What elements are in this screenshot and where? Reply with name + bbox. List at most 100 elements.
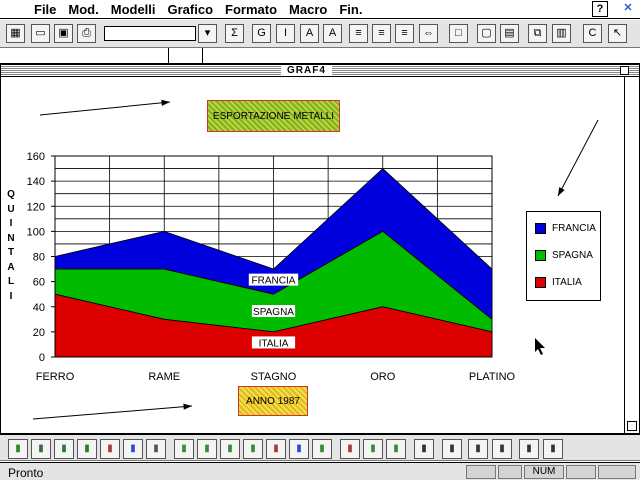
style-dropdown-icon[interactable]: ▾ xyxy=(198,24,217,43)
legend-icon[interactable]: ▮ xyxy=(442,439,462,459)
3d-line-icon[interactable]: ▮ xyxy=(266,439,286,459)
3d-stacked-column-icon[interactable]: ▮ xyxy=(243,439,263,459)
arrow-annotation-head xyxy=(183,403,192,410)
menu-window[interactable]: Fin. xyxy=(333,2,368,17)
y-tick-label: 60 xyxy=(33,277,45,289)
autosum-icon[interactable]: Σ xyxy=(225,24,244,43)
style-box[interactable] xyxy=(104,26,196,41)
y-axis-label-letter: A xyxy=(7,261,15,273)
save-icon[interactable]: ▣ xyxy=(54,24,73,43)
y-axis-label-letter: U xyxy=(7,203,15,215)
menu-chart[interactable]: Grafico xyxy=(162,2,220,17)
stacked-column-icon[interactable]: ▮ xyxy=(77,439,97,459)
y-axis-label[interactable]: QUINTALI xyxy=(6,188,16,304)
y-tick-label: 120 xyxy=(27,201,45,213)
print-icon[interactable]: ⎙ xyxy=(77,24,96,43)
y-axis-label-letter: N xyxy=(7,232,15,244)
size-box-icon[interactable] xyxy=(627,421,637,431)
align-right-icon[interactable]: ≡ xyxy=(395,24,414,43)
cells-border-icon[interactable]: ▤ xyxy=(500,24,519,43)
legend-swatch xyxy=(535,277,546,288)
align-left-icon[interactable]: ≡ xyxy=(349,24,368,43)
bottom-border-icon[interactable]: ▢ xyxy=(477,24,496,43)
chart-wizard-icon[interactable]: ▥ xyxy=(552,24,571,43)
y-tick-label: 40 xyxy=(33,302,45,314)
legend-label: SPAGNA xyxy=(552,250,593,261)
annotation-label: SPAGNA xyxy=(253,307,294,318)
y-tick-label: 80 xyxy=(33,252,45,264)
standard-toolbar: ▦ ▭ ▣ ⎙ ▾ Σ G I A A ≡ ≡ ≡ ⇔ □ ▢ ▤ ⧉ ▥ C ↖ xyxy=(0,20,640,48)
y-axis-label-letter: Q xyxy=(7,189,15,200)
chart-toolbar: ▮ ▮ ▮ ▮ ▮ ▮ ▮ ▮ ▮ ▮ ▮ ▮ ▮ ▮ ▮ ▮ ▮ ▮ ▮ ▮ ▮ ▮ ▮ xyxy=(0,434,640,461)
bar-chart-icon[interactable]: ▮ xyxy=(31,439,51,459)
area-chart-icon[interactable]: ▮ xyxy=(8,439,28,459)
arrow-annotation xyxy=(39,101,171,116)
mouse-pointer-icon xyxy=(535,338,545,355)
scatter-chart-icon[interactable]: ▮ xyxy=(146,439,166,459)
radar-chart-icon[interactable]: ▮ xyxy=(340,439,360,459)
gridlines-icon[interactable]: ▮ xyxy=(468,439,488,459)
italic-icon[interactable]: I xyxy=(276,24,295,43)
annotation-label: ITALIA xyxy=(259,338,289,349)
legend-swatch xyxy=(535,250,546,261)
copy-picture-icon[interactable]: ⧉ xyxy=(528,24,547,43)
arrow-icon[interactable]: ▮ xyxy=(519,439,539,459)
status-bar: Pronto NUM xyxy=(0,462,640,480)
3d-pie-icon[interactable]: ▮ xyxy=(289,439,309,459)
3d-column-icon[interactable]: ▮ xyxy=(220,439,240,459)
arrow-annotation xyxy=(557,119,599,197)
legend-label: ITALIA xyxy=(552,277,582,288)
menu-format[interactable]: Formato xyxy=(219,2,283,17)
y-axis-label-letter: T xyxy=(7,247,15,258)
menu-macro[interactable]: Macro xyxy=(283,2,333,17)
pie-chart-icon[interactable]: ▮ xyxy=(123,439,143,459)
legend-entry: FRANCIA xyxy=(535,223,596,234)
combination-chart-icon[interactable]: ▮ xyxy=(363,439,383,459)
text-box-icon[interactable]: ▮ xyxy=(543,439,563,459)
menu-bar: File Mod. Modelli Grafico Formato Macro … xyxy=(0,0,640,19)
status-indicator xyxy=(598,465,636,479)
help-icon[interactable]: ? xyxy=(592,1,608,17)
bold-icon[interactable]: G xyxy=(252,24,271,43)
menu-edit[interactable]: Mod. xyxy=(62,2,104,17)
3d-surface-icon[interactable]: ▮ xyxy=(312,439,332,459)
status-indicator xyxy=(498,465,522,479)
chart-title[interactable]: ESPORTAZIONE METALLI xyxy=(207,100,340,132)
vertical-scrollbar[interactable] xyxy=(624,77,639,433)
outline-border-icon[interactable]: □ xyxy=(449,24,468,43)
new-sheet-icon[interactable]: ▦ xyxy=(6,24,25,43)
select-help-icon[interactable]: ↖ xyxy=(608,24,627,43)
chart-legend[interactable]: FRANCIA SPAGNA ITALIA xyxy=(526,211,601,301)
line-chart-icon[interactable]: ▮ xyxy=(100,439,120,459)
open-file-icon[interactable]: ▭ xyxy=(31,24,50,43)
x-tick-label: ORO xyxy=(370,371,396,383)
font-smaller-icon[interactable]: A xyxy=(323,24,342,43)
3d-bar-icon[interactable]: ▮ xyxy=(197,439,217,459)
y-axis-label-letter: I xyxy=(9,290,13,302)
x-tick-label: FERRO xyxy=(36,371,75,383)
chart-type-icon[interactable]: C xyxy=(583,24,602,43)
legend-entry: ITALIA xyxy=(535,277,582,288)
legend-entry: SPAGNA xyxy=(535,250,593,261)
status-indicator xyxy=(566,465,596,479)
legend-swatch xyxy=(535,223,546,234)
y-tick-label: 160 xyxy=(27,151,45,163)
center-across-icon[interactable]: ⇔ xyxy=(419,24,438,43)
num-lock-indicator: NUM xyxy=(524,465,564,479)
formula-bar xyxy=(0,48,640,64)
chart-wizard-icon[interactable]: ▮ xyxy=(414,439,434,459)
menu-templates[interactable]: Modelli xyxy=(105,2,162,17)
preferred-chart-icon[interactable]: ▮ xyxy=(386,439,406,459)
menu-file[interactable]: File xyxy=(28,2,62,17)
font-larger-icon[interactable]: A xyxy=(300,24,319,43)
chart-subtitle[interactable]: ANNO 1987 xyxy=(238,386,308,416)
align-center-icon[interactable]: ≡ xyxy=(372,24,391,43)
arrow-annotation-head xyxy=(558,187,565,196)
y-tick-label: 140 xyxy=(27,176,45,188)
column-chart-icon[interactable]: ▮ xyxy=(54,439,74,459)
3d-area-icon[interactable]: ▮ xyxy=(174,439,194,459)
horizontal-gridlines-icon[interactable]: ▮ xyxy=(492,439,512,459)
y-tick-label: 100 xyxy=(27,226,45,238)
application-menu-icon[interactable]: ✕ xyxy=(620,1,636,17)
zoom-box-icon[interactable] xyxy=(620,66,629,75)
